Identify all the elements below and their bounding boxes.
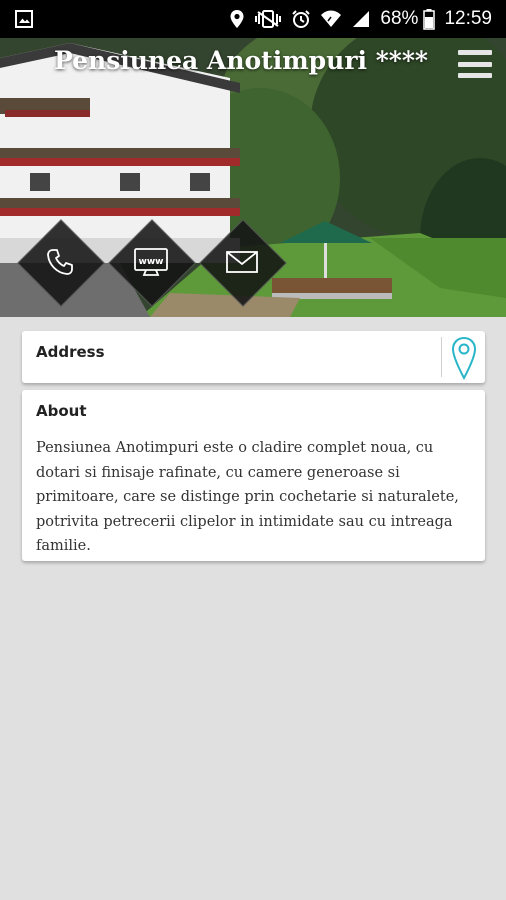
clock: 12:59: [444, 8, 492, 29]
address-label: Address: [36, 343, 105, 361]
about-card: About Pensiunea Anotimpuri este o cladir…: [22, 390, 485, 561]
address-card: Address: [22, 331, 485, 383]
gallery-icon: [14, 9, 34, 29]
www-icon: www: [109, 220, 193, 304]
about-description: Pensiunea Anotimpuri este o cladire comp…: [36, 440, 459, 554]
alarm-icon: [291, 9, 311, 29]
vibrate-icon: [254, 9, 282, 29]
status-bar: 68% 12:59: [0, 0, 506, 38]
wifi-icon: [320, 9, 342, 29]
about-label: About: [36, 402, 87, 420]
phone-icon: [18, 220, 102, 304]
page-title: Pensiunea Anotimpuri ****: [53, 46, 428, 75]
signal-icon: [351, 9, 371, 29]
website-button[interactable]: www: [108, 219, 196, 307]
battery-icon: [423, 8, 436, 30]
call-button[interactable]: [17, 219, 105, 307]
hamburger-menu-icon[interactable]: [458, 50, 492, 78]
header-image: Pensiunea Anotimpuri **** www: [0, 38, 506, 317]
divider: [441, 337, 442, 377]
location-icon: [229, 9, 245, 29]
www-label: www: [139, 257, 164, 267]
mail-icon: [200, 220, 284, 304]
battery-percent: 68%: [380, 8, 419, 29]
map-pin-icon[interactable]: [449, 336, 479, 380]
email-button[interactable]: [199, 219, 287, 307]
